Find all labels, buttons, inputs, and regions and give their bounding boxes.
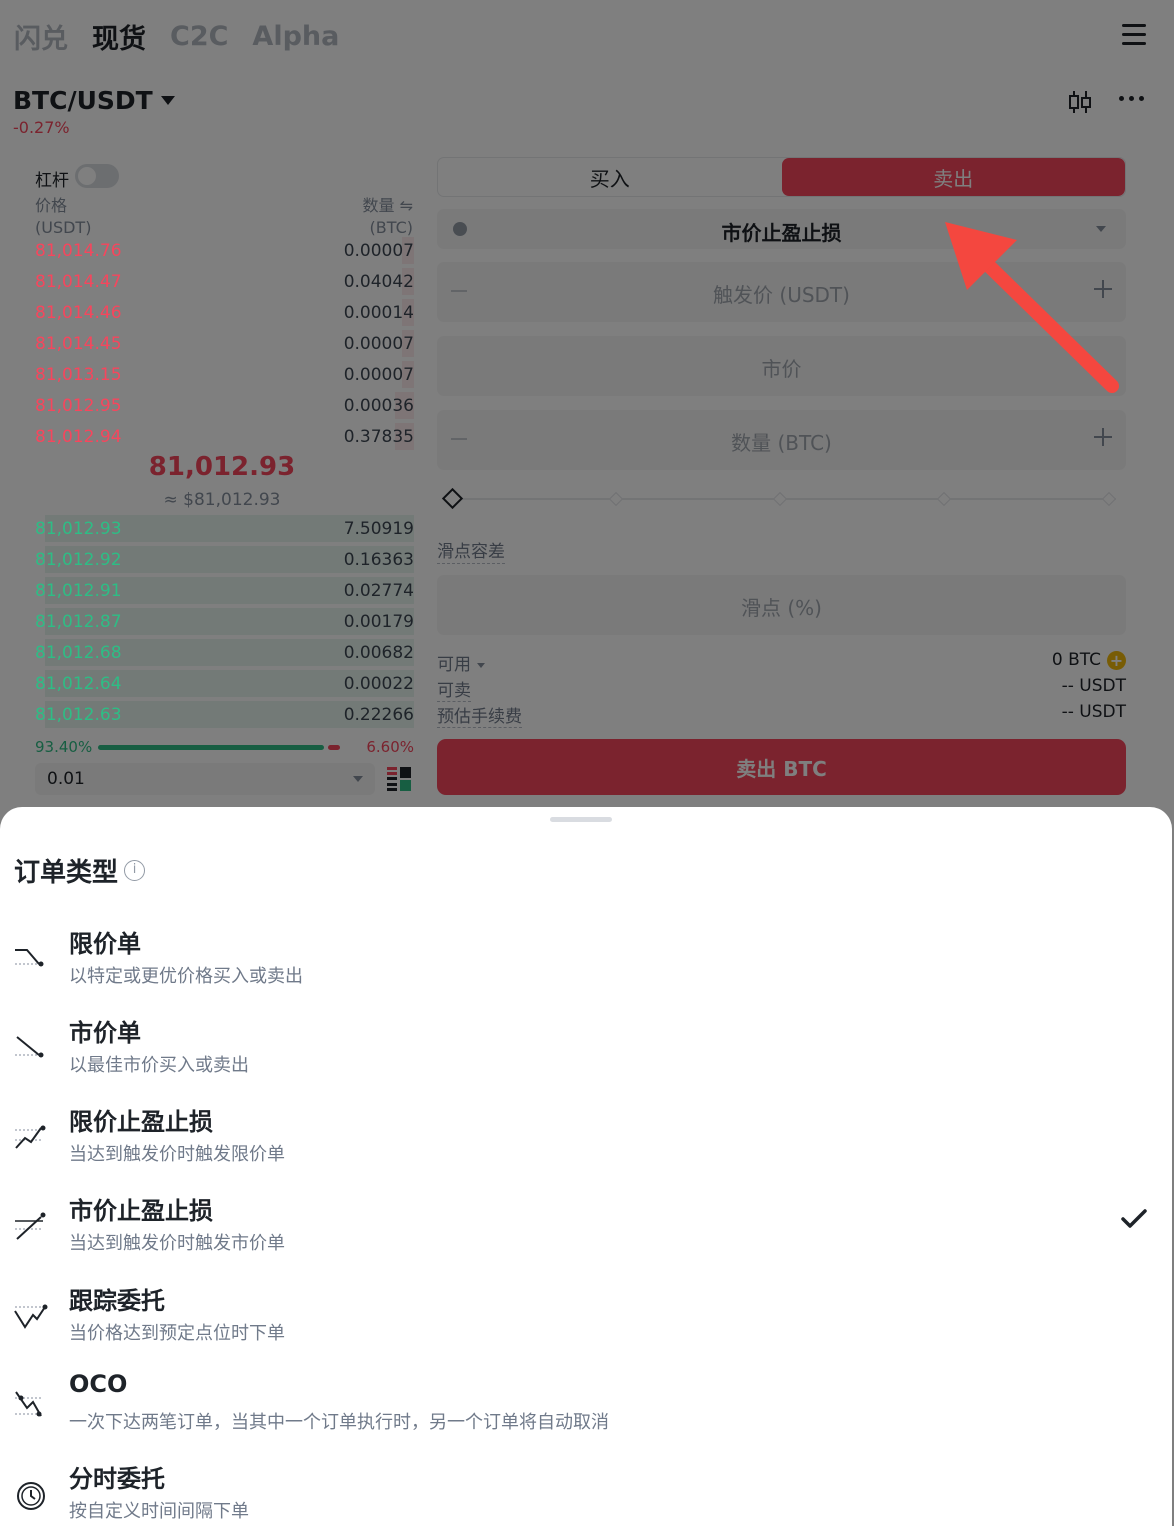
option-oco[interactable]: OCO 一次下达两笔订单，当其中一个订单执行时，另一个订单将自动取消 [0, 1370, 1172, 1440]
limit-order-icon [15, 949, 44, 967]
bid-price: 81,012.68 [35, 642, 122, 663]
ask-price: 81,013.15 [35, 364, 122, 385]
ask-quantity: 0.00036 [343, 395, 414, 416]
bid-quantity: 0.00022 [343, 673, 414, 694]
bid-price: 81,012.92 [35, 549, 122, 570]
bid-price: 81,012.91 [35, 580, 122, 601]
annotation-arrow [945, 222, 1119, 393]
bid-quantity: 0.02774 [343, 580, 414, 601]
bid-quantity: 0.00179 [343, 611, 414, 632]
trailing-stop-icon [14, 1304, 48, 1329]
oco-icon [15, 1391, 43, 1417]
bid-price: 81,012.63 [35, 704, 122, 725]
option-trailing-stop[interactable]: 跟踪委托 当价格达到预定点位时下单 [0, 1281, 1172, 1351]
bid-price: 81,012.87 [35, 611, 122, 632]
option-stop-market[interactable]: 市价止盈止损 当达到触发价时触发市价单 [0, 1191, 1172, 1261]
market-order-icon [15, 1036, 44, 1058]
ask-price: 81,012.94 [35, 426, 122, 447]
bid-quantity: 0.22266 [343, 704, 414, 725]
bid-quantity: 0.00682 [343, 642, 414, 663]
option-market-order[interactable]: 市价单 以最佳市价买入或卖出 [0, 1013, 1172, 1083]
sheet-grabber[interactable] [550, 817, 612, 822]
ask-price: 81,012.95 [35, 395, 122, 416]
ask-price: 81,014.46 [35, 302, 122, 323]
ask-quantity: 0.04042 [343, 271, 414, 292]
stop-limit-icon [15, 1125, 46, 1149]
ask-price: 81,014.45 [35, 333, 122, 354]
order-type-sheet: 订单类型 i 限价单 以特定或更优价格买入或卖出 市价单 以最佳市价买入或卖出 … [0, 807, 1172, 1526]
ask-price: 81,014.76 [35, 240, 122, 261]
bid-quantity: 7.50919 [343, 518, 414, 539]
ask-quantity: 0.00007 [343, 333, 414, 354]
ask-quantity: 0.00014 [343, 302, 414, 323]
info-icon[interactable]: i [124, 860, 146, 881]
stop-market-icon [15, 1212, 46, 1240]
option-stop-limit[interactable]: 限价止盈止损 当达到触发价时触发限价单 [0, 1102, 1172, 1172]
sheet-title: 订单类型 i [14, 852, 146, 889]
ask-price: 81,014.47 [35, 271, 122, 292]
ask-quantity: 0.00007 [343, 364, 414, 385]
bid-price: 81,012.64 [35, 673, 122, 694]
checkmark-icon [1121, 1209, 1147, 1228]
option-limit-order[interactable]: 限价单 以特定或更优价格买入或卖出 [0, 924, 1172, 994]
ask-quantity: 0.00007 [343, 240, 414, 261]
bid-quantity: 0.16363 [343, 549, 414, 570]
ask-quantity: 0.37835 [343, 426, 414, 447]
twap-clock-icon [17, 1482, 45, 1510]
bid-price: 81,012.93 [35, 518, 122, 539]
option-twap[interactable]: 分时委托 按自定义时间间隔下单 [0, 1459, 1172, 1526]
